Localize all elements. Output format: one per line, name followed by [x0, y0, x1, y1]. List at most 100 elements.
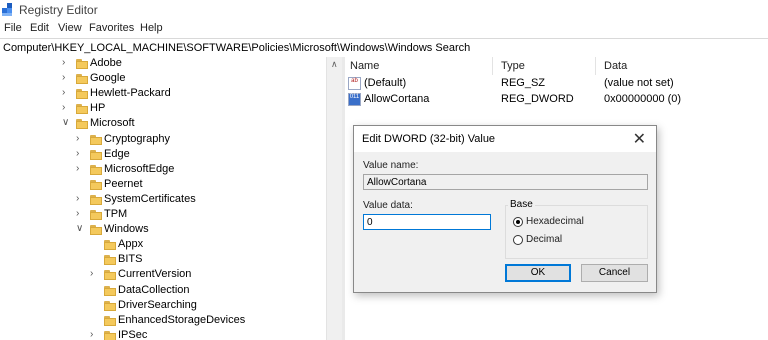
cancel-button[interactable]: Cancel — [581, 264, 648, 282]
tree-node[interactable]: DriverSearching — [0, 299, 326, 314]
value-type: REG_DWORD — [501, 93, 574, 105]
value-type: REG_SZ — [501, 77, 546, 89]
tree-node-label: DataCollection — [118, 283, 190, 296]
scroll-up-arrow-icon[interactable]: ∧ — [331, 59, 338, 70]
chevron-right-icon[interactable]: › — [62, 72, 72, 83]
menu-edit[interactable]: Edit — [30, 22, 49, 34]
base-groupbox — [505, 205, 648, 259]
tree-node[interactable]: DataCollection — [0, 284, 326, 299]
chevron-right-icon[interactable]: › — [90, 268, 100, 279]
tree-node[interactable]: EnhancedStorageDevices — [0, 314, 326, 329]
tree-node-label: Appx — [118, 238, 144, 251]
tree-node[interactable]: BITS — [0, 253, 326, 268]
chevron-right-icon[interactable]: › — [76, 163, 86, 174]
value-name-field[interactable]: AllowCortana — [363, 174, 648, 190]
dword-value-icon: 011 — [348, 93, 361, 106]
menu-view[interactable]: View — [58, 22, 82, 34]
folder-icon — [76, 104, 88, 115]
column-header-name[interactable]: Name — [350, 60, 379, 72]
tree-node[interactable]: Peernet — [0, 178, 326, 193]
folder-icon — [104, 240, 116, 251]
folder-icon — [76, 59, 88, 69]
folder-icon — [90, 134, 102, 145]
menu-file[interactable]: File — [4, 22, 22, 34]
tree-node[interactable]: › Cryptography — [0, 133, 326, 148]
tree-node-label: IPSec — [118, 328, 148, 340]
chevron-right-icon[interactable]: › — [62, 102, 72, 113]
column-header-type[interactable]: Type — [501, 60, 525, 72]
folder-icon — [104, 270, 116, 281]
close-icon[interactable]: ✕ — [633, 129, 646, 149]
menu-help[interactable]: Help — [140, 22, 163, 34]
ok-button[interactable]: OK — [505, 264, 571, 282]
tree-node-label: Windows — [104, 223, 149, 236]
folder-icon — [104, 285, 116, 296]
edit-dword-dialog: Edit DWORD (32-bit) Value ✕ Value name: … — [353, 125, 657, 293]
decimal-label[interactable]: Decimal — [526, 234, 562, 245]
tree-node[interactable]: › Adobe — [0, 57, 326, 72]
base-label: Base — [508, 199, 535, 210]
dialog-title: Edit DWORD (32-bit) Value — [362, 133, 496, 145]
hexadecimal-label[interactable]: Hexadecimal — [526, 216, 584, 227]
chevron-right-icon[interactable]: › — [76, 148, 86, 159]
tree-node[interactable]: › TPM — [0, 208, 326, 223]
menu-bar: File Edit View Favorites Help — [0, 20, 768, 38]
tree-node[interactable]: › SystemCertificates — [0, 193, 326, 208]
folder-icon — [90, 225, 102, 236]
tree-node-label: CurrentVersion — [118, 268, 192, 281]
chevron-right-icon[interactable]: › — [76, 133, 86, 144]
folder-icon — [90, 164, 102, 175]
folder-icon — [104, 330, 116, 340]
tree-node-label: EnhancedStorageDevices — [118, 313, 246, 326]
tree-node-label: Microsoft — [90, 117, 135, 130]
tree-node-label: DriverSearching — [118, 298, 197, 311]
column-header-data[interactable]: Data — [604, 60, 627, 72]
tree-node-label: TPM — [104, 208, 128, 220]
folder-icon — [90, 179, 102, 190]
tree-node[interactable]: › IPSec — [0, 329, 326, 340]
folder-icon — [76, 74, 88, 85]
tree-node[interactable]: › Hewlett-Packard — [0, 87, 326, 102]
tree-node-label: MicrosoftEdge — [104, 162, 175, 175]
chevron-right-icon[interactable]: › — [90, 329, 100, 340]
chevron-down-icon[interactable]: ∨ — [76, 223, 86, 234]
chevron-right-icon[interactable]: › — [62, 57, 72, 68]
column-divider[interactable] — [492, 57, 493, 75]
hexadecimal-radio[interactable] — [513, 217, 523, 227]
folder-icon — [76, 119, 88, 130]
value-data-label: Value data: — [363, 200, 413, 211]
tree-node[interactable]: › CurrentVersion — [0, 268, 326, 283]
value-row[interactable]: ab (Default) REG_SZ (value not set) — [345, 76, 768, 92]
folder-icon — [76, 89, 88, 100]
tree-node[interactable]: › HP — [0, 102, 326, 117]
tree-node[interactable]: Appx — [0, 238, 326, 253]
address-path[interactable]: Computer\HKEY_LOCAL_MACHINE\SOFTWARE\Pol… — [3, 42, 470, 54]
menu-favorites[interactable]: Favorites — [89, 22, 134, 34]
registry-editor-icon — [2, 3, 12, 16]
folder-icon — [90, 210, 102, 220]
tree-node-label: Cryptography — [104, 132, 171, 145]
value-name: (Default) — [364, 77, 407, 89]
value-data-input[interactable]: 0 — [363, 214, 491, 230]
title-bar: Registry Editor — [0, 0, 768, 20]
tree-node[interactable]: › Edge — [0, 148, 326, 163]
chevron-right-icon[interactable]: › — [76, 208, 86, 219]
tree-node-label: Adobe — [90, 57, 122, 69]
tree-node-label: BITS — [118, 253, 143, 266]
key-tree: › Adobe › Google › Hewlett-Packard › HP ∨ Microso… — [0, 57, 326, 340]
value-name: AllowCortana — [364, 93, 430, 105]
tree-node[interactable]: ∨ Microsoft — [0, 117, 326, 132]
tree-node[interactable]: › Google — [0, 72, 326, 87]
folder-icon — [90, 149, 102, 160]
value-row[interactable]: 011 AllowCortana REG_DWORD 0x00000000 (0… — [345, 92, 768, 108]
address-bar[interactable]: Computer\HKEY_LOCAL_MACHINE\SOFTWARE\Pol… — [0, 38, 768, 58]
tree-node[interactable]: ∨ Windows — [0, 223, 326, 238]
tree-scrollbar[interactable]: ∧ — [326, 57, 343, 340]
chevron-right-icon[interactable]: › — [62, 87, 72, 98]
column-divider[interactable] — [595, 57, 596, 75]
chevron-down-icon[interactable]: ∨ — [62, 117, 72, 128]
decimal-radio[interactable] — [513, 235, 523, 245]
dialog-title-bar[interactable]: Edit DWORD (32-bit) Value ✕ — [354, 126, 656, 152]
chevron-right-icon[interactable]: › — [76, 193, 86, 204]
tree-node[interactable]: › MicrosoftEdge — [0, 163, 326, 178]
